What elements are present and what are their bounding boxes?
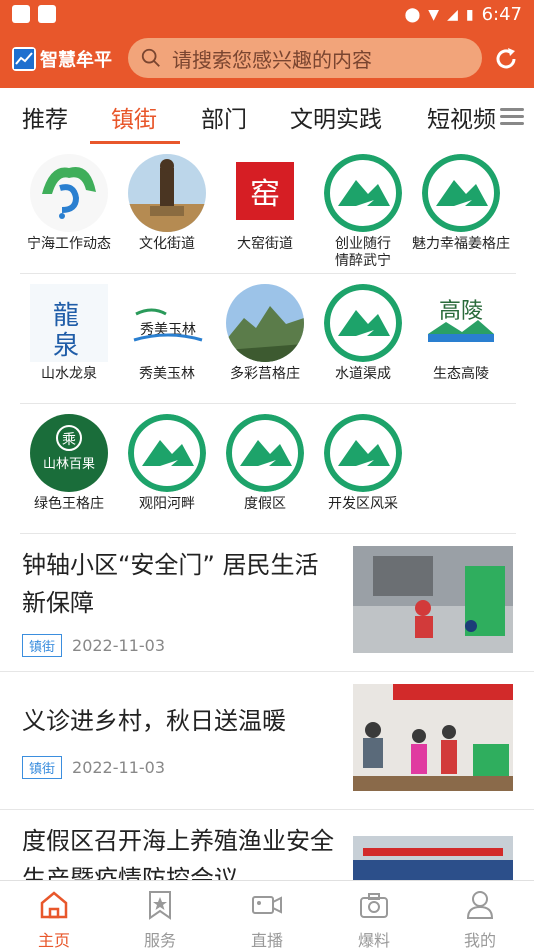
svg-text:窑: 窑 [250,177,280,212]
video-camera-icon [252,896,282,914]
location-icon: ⬤ [404,6,421,23]
category-tabs: 推荐 镇街 部门 文明实践 短视频 [0,88,534,144]
notification-icon [12,5,30,23]
channel-logo [324,284,402,362]
status-notifications [12,5,56,23]
logo-text: 智慧牟平 [40,50,112,71]
tab-recommend[interactable]: 推荐 [22,100,68,134]
svg-text:高陵: 高陵 [439,299,483,324]
channel-logo [226,284,304,362]
channel-item[interactable]: 度假区 [216,414,314,513]
news-date: 2022-11-03 [72,636,165,655]
channel-logo: 窑 [226,154,304,232]
news-date: 2022-11-03 [72,758,165,777]
svg-text:山林百果: 山林百果 [43,457,95,472]
news-title: 度假区召开海上养殖渔业安全生产暨疫情防控会议 [22,827,334,880]
channel-item[interactable]: 宁海工作动态 [20,154,118,253]
channel-logo [128,154,206,232]
status-indicators: ⬤ ▼ ◢ ▮ 6:47 [405,4,522,25]
clock: 6:47 [481,4,522,25]
wifi-icon: ▼ [428,6,440,23]
search-icon [141,48,160,67]
channel-item[interactable]: 秀美玉林 秀美玉林 [118,284,216,383]
nav-service-label: 服务 [143,931,176,950]
channel-logo: 乘山林百果 [30,414,108,492]
news-thumbnail [353,546,513,653]
refresh-icon[interactable] [492,45,520,73]
channel-row: 宁海工作动态 文化街道 窑 大窑街道 创业随行 情醉武宁 魅力幸福姜格庄 [20,144,516,274]
news-title: 钟轴小区“安全门” 居民生活新保障 [22,551,319,617]
nav-report[interactable]: 爆料 [339,889,409,951]
svg-text:龍: 龍 [53,301,79,331]
channel-item[interactable]: 窑 大窑街道 [216,154,314,253]
tab-civilization[interactable]: 文明实践 [290,100,382,134]
news-thumbnail [353,684,513,791]
search-placeholder: 请搜索您感兴趣的内容 [172,47,372,72]
nav-service[interactable]: 服务 [125,889,195,951]
channel-logo [30,154,108,232]
channel-item[interactable]: 开发区风采 [314,414,412,513]
signal-icon: ◢ [447,6,458,23]
channel-item[interactable]: 多彩莒格庄 [216,284,314,383]
nav-live[interactable]: 直播 [232,889,302,951]
nav-report-label: 爆料 [357,931,390,950]
channel-item[interactable]: 观阳河畔 [118,414,216,513]
news-thumbnail [353,822,513,880]
logo-icon [12,47,36,71]
news-item[interactable]: 义诊进乡村，秋日送温暖 镇街 2022-11-03 [0,672,534,810]
tab-short-video[interactable]: 短视频 [427,100,496,134]
nav-profile[interactable]: 我的 [445,889,515,951]
channel-logo [422,154,500,232]
channel-item[interactable]: 创业随行 情醉武宁 [314,154,412,270]
channel-logo [324,154,402,232]
bottom-navigation: 主页 服务 直播 爆料 我的 [0,880,534,950]
channel-logo [226,414,304,492]
news-title: 义诊进乡村，秋日送温暖 [22,707,286,735]
svg-text:泉: 泉 [53,331,79,361]
notification-icon [38,5,56,23]
tab-town[interactable]: 镇街 [111,100,157,134]
user-icon [466,891,494,919]
channel-logo: 高陵 [422,284,500,362]
news-item[interactable]: 度假区召开海上养殖渔业安全生产暨疫情防控会议 [0,810,534,880]
channel-row: 乘山林百果 绿色王格庄 观阳河畔 度假区 开发区风采 [20,404,516,534]
channel-item[interactable]: 高陵 生态高陵 [412,284,510,383]
channel-item[interactable]: 龍泉 山水龙泉 [20,284,118,383]
bookmark-star-icon [149,891,171,920]
svg-text:乘: 乘 [62,432,76,448]
nav-home-label: 主页 [37,931,70,950]
menu-icon[interactable] [498,102,526,130]
camera-icon [360,893,388,918]
channel-item[interactable]: 文化街道 [118,154,216,253]
channel-logo: 龍泉 [30,284,108,362]
channel-item[interactable]: 魅力幸福姜格庄 [412,154,510,253]
app-header: 智慧牟平 请搜索您感兴趣的内容 [0,30,534,88]
news-item[interactable]: 钟轴小区“安全门” 居民生活新保障 镇街 2022-11-03 [0,534,534,672]
status-bar: ⬤ ▼ ◢ ▮ 6:47 [0,0,534,30]
home-icon [40,891,68,919]
news-tag: 镇街 [22,634,63,657]
channel-item[interactable]: 乘山林百果 绿色王格庄 [20,414,118,513]
channel-logo [128,414,206,492]
news-tag: 镇街 [22,756,63,779]
nav-live-label: 直播 [250,931,283,950]
app-logo: 智慧牟平 [12,46,112,72]
battery-icon: ▮ [465,6,474,23]
news-meta: 镇街 2022-11-03 [22,756,165,779]
tab-department[interactable]: 部门 [201,100,247,134]
channel-row: 龍泉 山水龙泉 秀美玉林 秀美玉林 多彩莒格庄 水道渠成 高陵 生态高陵 [20,274,516,404]
nav-home[interactable]: 主页 [19,889,89,951]
channel-item[interactable]: 水道渠成 [314,284,412,383]
channel-logo: 秀美玉林 [128,284,206,362]
news-meta: 镇街 2022-11-03 [22,634,165,657]
nav-profile-label: 我的 [463,931,496,950]
channel-logo [324,414,402,492]
search-input[interactable]: 请搜索您感兴趣的内容 [128,38,482,78]
